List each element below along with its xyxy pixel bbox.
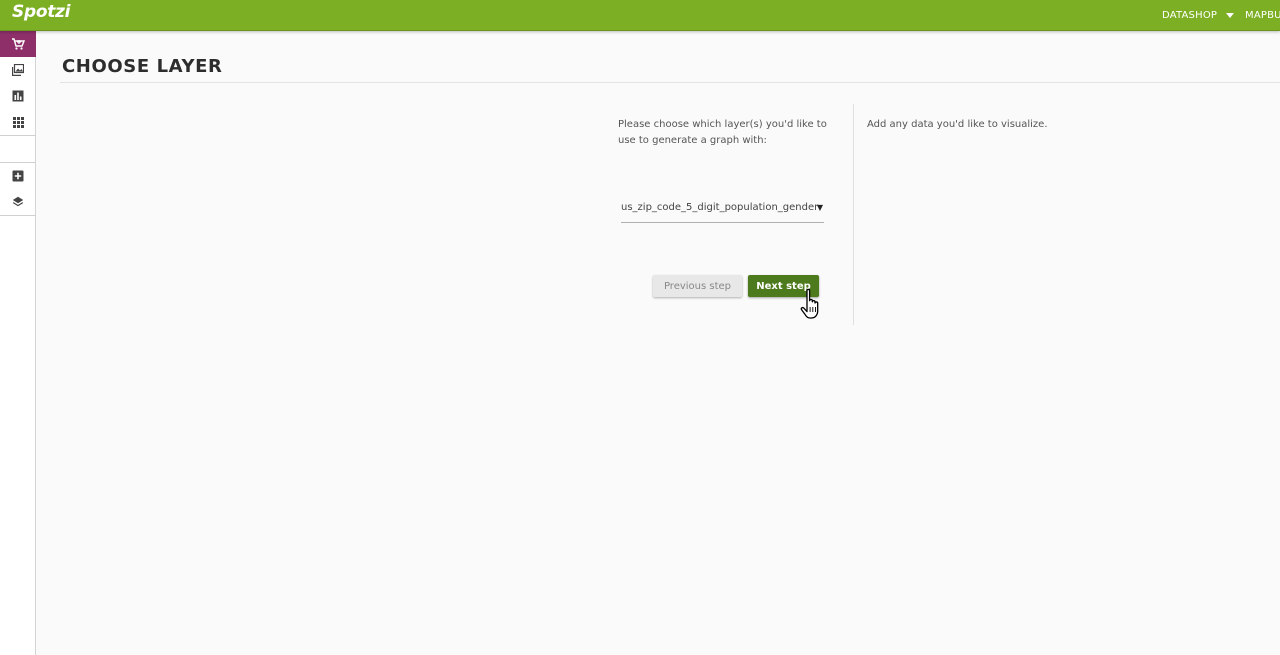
grid-apps-icon bbox=[12, 116, 24, 128]
sidebar-item-add[interactable] bbox=[0, 163, 36, 189]
top-bar: Spotzi DATASHOP MAPBU bbox=[0, 0, 1280, 31]
chevron-down-icon bbox=[1226, 13, 1235, 18]
layers-icon bbox=[12, 196, 24, 207]
sidebar-divider bbox=[0, 215, 36, 216]
layer-select-value: us_zip_code_5_digit_population_gender bbox=[621, 202, 819, 213]
layer-select[interactable]: us_zip_code_5_digit_population_gender ▼ bbox=[621, 200, 824, 223]
sidebar-item-maps[interactable] bbox=[0, 57, 36, 83]
side-note: Add any data you'd like to visualize. bbox=[867, 119, 1048, 130]
sidebar-item-datashop[interactable] bbox=[0, 31, 36, 57]
hand-cursor-icon bbox=[800, 288, 819, 319]
page-title: CHOOSE LAYER bbox=[62, 56, 223, 77]
sidebar-item-apps[interactable] bbox=[0, 109, 36, 135]
nav-datashop[interactable]: DATASHOP bbox=[1162, 0, 1235, 31]
sidebar-item-layers[interactable] bbox=[0, 189, 36, 215]
column-divider bbox=[853, 104, 854, 325]
bar-chart-icon bbox=[12, 90, 24, 102]
images-icon bbox=[12, 64, 24, 76]
add-box-icon bbox=[12, 170, 24, 182]
sidebar-item-charts[interactable] bbox=[0, 83, 36, 109]
dropdown-arrow-icon: ▼ bbox=[816, 203, 823, 212]
sidebar bbox=[0, 31, 36, 655]
title-divider bbox=[60, 82, 1280, 83]
previous-step-button[interactable]: Previous step bbox=[653, 275, 742, 297]
layer-instruction: Please choose which layer(s) you'd like … bbox=[618, 119, 827, 146]
nav-datashop-label: DATASHOP bbox=[1162, 10, 1218, 21]
nav-mapbuilder[interactable]: MAPBU bbox=[1245, 0, 1280, 31]
spotzi-logo[interactable]: Spotzi bbox=[12, 2, 70, 22]
sidebar-divider bbox=[0, 135, 36, 136]
cart-icon bbox=[12, 38, 25, 50]
nav-mapbuilder-label: MAPBU bbox=[1245, 10, 1280, 21]
